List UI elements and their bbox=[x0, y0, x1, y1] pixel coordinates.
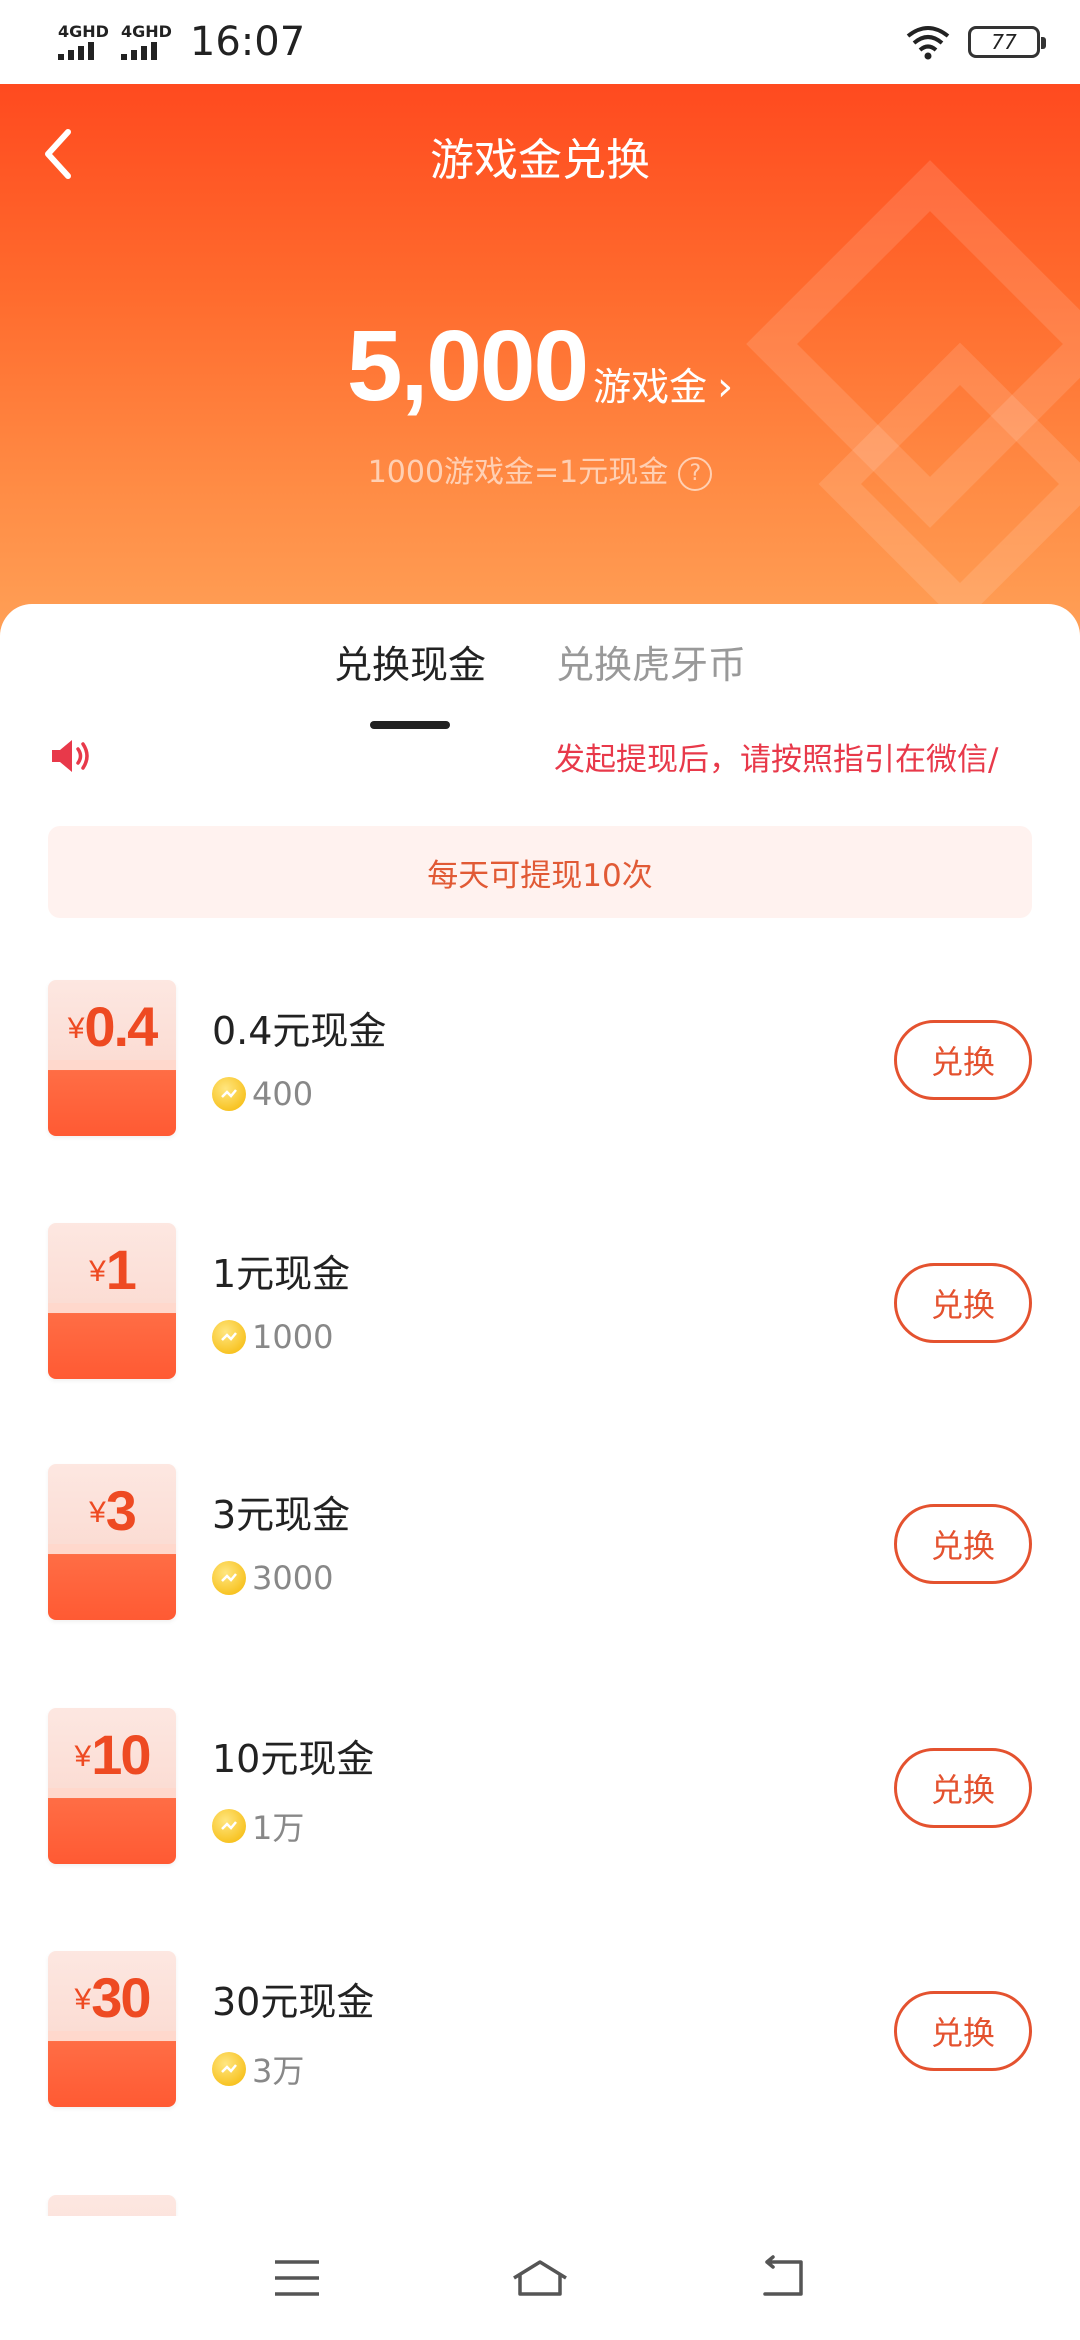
list-item: ¥0.4 0.4元现金 400 兑换 bbox=[0, 980, 1080, 1140]
balance-display[interactable]: 5,000 游戏金 › bbox=[0, 309, 1080, 424]
coupon-icon: ¥10 bbox=[48, 1708, 176, 1864]
exchange-rate: 1000游戏金=1元现金? bbox=[0, 447, 1080, 491]
page-title: 游戏金兑换 bbox=[430, 135, 650, 186]
coupon-value: 0.4 bbox=[84, 995, 158, 1058]
item-name: 3元现金 bbox=[212, 1493, 351, 1537]
battery-icon: 77 bbox=[968, 26, 1046, 58]
item-name: 1元现金 bbox=[212, 1252, 351, 1296]
header: 游戏金兑换 5,000 游戏金 › 1000游戏金=1元现金? bbox=[0, 84, 1080, 664]
item-name: 10元现金 bbox=[212, 1737, 375, 1781]
currency-symbol: ¥ bbox=[89, 1255, 106, 1288]
currency-symbol: ¥ bbox=[67, 1012, 85, 1045]
back-icon[interactable] bbox=[753, 2248, 813, 2308]
signal-icon-2: 4GHD bbox=[120, 22, 172, 60]
coupon-icon: ¥3 bbox=[48, 1464, 176, 1620]
notice-bar: 发起提现后，请按照指引在微信/ bbox=[48, 722, 1034, 790]
item-cost: 400 bbox=[212, 1075, 313, 1113]
coupon-value: 30 bbox=[91, 1966, 151, 2029]
item-name: 30元现金 bbox=[212, 1980, 375, 2024]
coin-icon bbox=[212, 1809, 246, 1843]
coupon-value: 10 bbox=[91, 1723, 151, 1786]
exchange-button[interactable]: 兑换 bbox=[894, 1748, 1032, 1828]
content-panel: 兑换现金 兑换虎牙币 发起提现后，请按照指引在微信/ 每天可提现10次 ¥0.4… bbox=[0, 604, 1080, 2243]
signal-icon-1: 4GHD bbox=[58, 24, 109, 60]
status-bar: 4GHD 4GHD 16:07 77 bbox=[0, 0, 1080, 84]
list-item: ¥10 10元现金 1万 兑换 bbox=[0, 1708, 1080, 1868]
coupon-icon: ¥0.4 bbox=[48, 980, 176, 1136]
list-item: ¥30 30元现金 3万 兑换 bbox=[0, 1951, 1080, 2111]
chevron-right-icon: › bbox=[717, 364, 734, 410]
item-name: 0.4元现金 bbox=[212, 1009, 387, 1053]
coupon-icon: ¥30 bbox=[48, 1951, 176, 2107]
menu-icon[interactable] bbox=[267, 2248, 327, 2308]
exchange-button[interactable]: 兑换 bbox=[894, 1991, 1032, 2071]
list-item: ¥3 3元现金 3000 兑换 bbox=[0, 1464, 1080, 1624]
currency-symbol: ¥ bbox=[74, 1740, 92, 1773]
coin-icon bbox=[212, 1561, 246, 1595]
coin-icon bbox=[212, 1077, 246, 1111]
coin-icon bbox=[212, 1320, 246, 1354]
balance-unit: 游戏金 bbox=[593, 365, 708, 409]
help-icon[interactable]: ? bbox=[678, 456, 713, 491]
network-label-1: 4GHD bbox=[58, 22, 109, 41]
exchange-button[interactable]: 兑换 bbox=[894, 1263, 1032, 1343]
item-cost-value: 1万 bbox=[252, 1809, 305, 1847]
item-cost: 1000 bbox=[212, 1318, 333, 1356]
exchange-button[interactable]: 兑换 bbox=[894, 1020, 1032, 1100]
item-cost-value: 400 bbox=[252, 1075, 314, 1113]
coupon-value: 1 bbox=[105, 1238, 137, 1301]
coin-icon bbox=[212, 2052, 246, 2086]
item-cost: 3000 bbox=[212, 1559, 333, 1597]
home-icon[interactable] bbox=[502, 2248, 578, 2308]
battery-level: 77 bbox=[991, 30, 1017, 54]
clock: 16:07 bbox=[189, 19, 306, 65]
item-cost: 3万 bbox=[212, 2046, 304, 2092]
daily-limit-banner: 每天可提现10次 bbox=[48, 826, 1032, 918]
wifi-icon bbox=[906, 26, 950, 60]
coupon-value: 3 bbox=[105, 1479, 137, 1542]
tab-bar: 兑换现金 兑换虎牙币 bbox=[0, 634, 1080, 729]
network-label-2: 4GHD bbox=[120, 22, 172, 41]
item-cost-value: 3000 bbox=[252, 1559, 334, 1597]
list-item: ¥1 1元现金 1000 兑换 bbox=[0, 1223, 1080, 1383]
item-cost-value: 1000 bbox=[252, 1318, 334, 1356]
notice-text: 发起提现后，请按照指引在微信/ bbox=[554, 741, 999, 778]
exchange-button[interactable]: 兑换 bbox=[894, 1504, 1032, 1584]
item-cost-value: 3万 bbox=[252, 2052, 305, 2090]
speaker-icon bbox=[52, 740, 89, 772]
balance-amount: 5,000 bbox=[346, 310, 589, 422]
currency-symbol: ¥ bbox=[74, 1983, 92, 2016]
tab-exchange-cash[interactable]: 兑换现金 bbox=[334, 634, 486, 729]
tab-exchange-huya-coin[interactable]: 兑换虎牙币 bbox=[556, 634, 746, 729]
system-nav-bar bbox=[0, 2216, 1080, 2340]
currency-symbol: ¥ bbox=[89, 1496, 106, 1529]
exchange-rate-text: 1000游戏金=1元现金 bbox=[367, 455, 669, 490]
coupon-icon: ¥1 bbox=[48, 1223, 176, 1379]
item-cost: 1万 bbox=[212, 1803, 304, 1849]
